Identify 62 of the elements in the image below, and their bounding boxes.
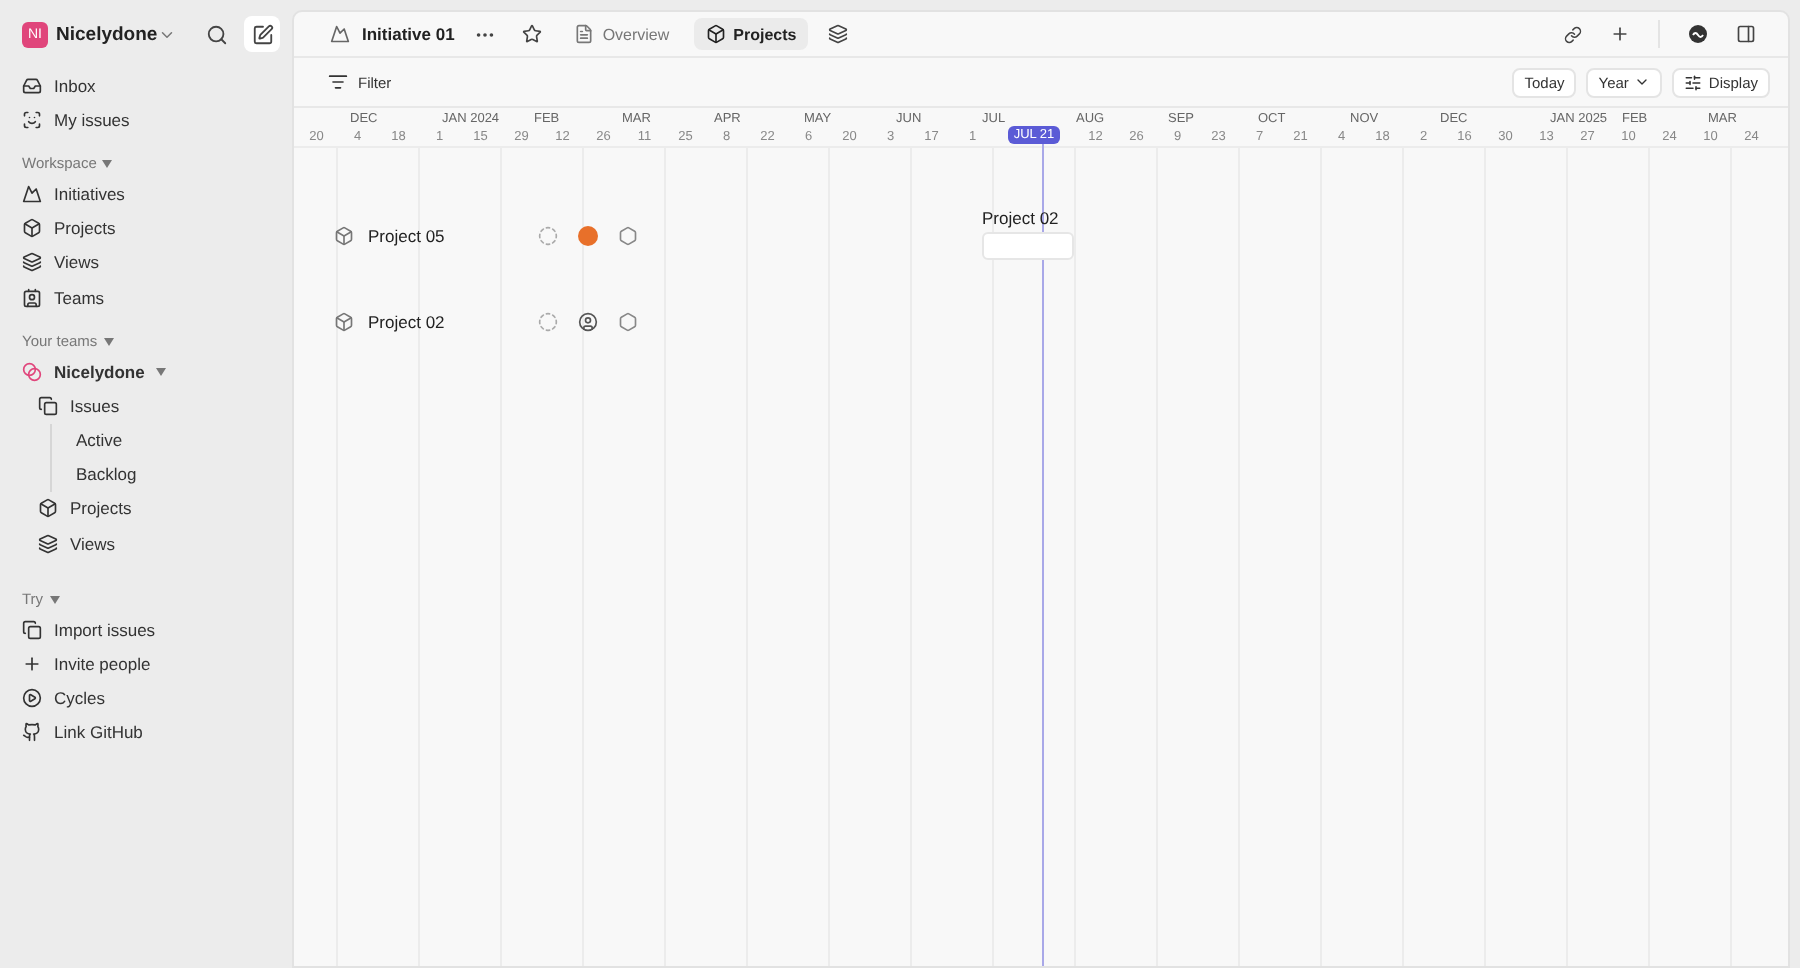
link-icon — [1563, 25, 1581, 43]
import-icon — [22, 619, 42, 640]
inbox-icon — [22, 75, 42, 96]
tab[interactable]: Overview — [562, 18, 682, 50]
sidebar-item[interactable]: Import issues — [12, 612, 280, 647]
github-icon — [22, 722, 42, 743]
sidebar-item[interactable]: Link GitHub — [12, 715, 280, 750]
caret-icon — [156, 367, 167, 376]
sidebar-item[interactable]: Views — [12, 526, 280, 561]
workspace-name[interactable]: Nicelydone — [56, 23, 158, 45]
cube-icon — [334, 311, 354, 331]
project-name[interactable]: Project 02 — [368, 311, 538, 331]
stacked-squares-icon — [38, 395, 58, 416]
wave-circle-icon — [1688, 24, 1708, 44]
sidebar-item[interactable]: Projects — [12, 491, 280, 527]
user-icon[interactable] — [578, 311, 598, 331]
tab[interactable]: Projects — [693, 18, 809, 50]
chevron-icon — [1634, 74, 1651, 90]
cube-icon — [705, 24, 726, 44]
layers-icon — [22, 252, 42, 273]
team-item[interactable]: Nicelydone — [12, 354, 280, 389]
search-icon — [205, 23, 227, 45]
filter-icon — [328, 72, 348, 92]
hexagon-icon[interactable] — [618, 311, 638, 331]
bar-label: Project 02 — [982, 208, 1059, 228]
panel-icon — [1736, 24, 1756, 44]
play-circle-icon — [22, 688, 42, 709]
cube-icon — [38, 498, 58, 519]
focus-icon — [22, 109, 42, 130]
sidebar-item[interactable]: Invite people — [12, 646, 280, 682]
sidebar-item[interactable]: Backlog — [52, 457, 280, 492]
cube-icon — [334, 225, 354, 245]
sidebar-item[interactable]: Views — [12, 245, 280, 280]
layers-icon — [38, 533, 58, 554]
sliders-icon — [1684, 73, 1703, 91]
sidebar-item[interactable]: Active — [52, 423, 280, 458]
plus-icon — [22, 654, 42, 675]
sidebar-item[interactable]: Issues — [12, 388, 280, 423]
team-avatar-icon — [22, 361, 42, 382]
document-icon — [574, 24, 595, 44]
sidebar-item[interactable]: Initiatives — [12, 176, 280, 212]
mountain-icon — [330, 24, 350, 44]
caret-icon — [102, 159, 113, 168]
avatar[interactable] — [578, 225, 598, 245]
project-name[interactable]: Project 05 — [368, 225, 538, 245]
contact-card-icon — [22, 287, 42, 308]
sidebar-item[interactable]: Teams — [12, 279, 280, 315]
sidebar-item[interactable]: My issues — [12, 102, 280, 137]
star-icon — [522, 24, 543, 44]
mountain-icon — [22, 183, 42, 204]
sidebar-item[interactable]: Cycles — [12, 681, 280, 716]
cube-icon — [22, 218, 42, 239]
page-title: Initiative 01 — [362, 24, 455, 44]
hexagon-icon[interactable] — [618, 225, 638, 245]
sidebar-item[interactable]: Projects — [12, 211, 280, 246]
sidebar-item[interactable]: Inbox — [12, 68, 280, 103]
caret-icon — [49, 595, 60, 604]
plus-icon — [1610, 24, 1630, 44]
layers-icon — [828, 24, 849, 44]
new-issue-button[interactable] — [244, 16, 280, 52]
caret-icon — [103, 337, 114, 346]
pen-square-icon — [251, 23, 273, 45]
